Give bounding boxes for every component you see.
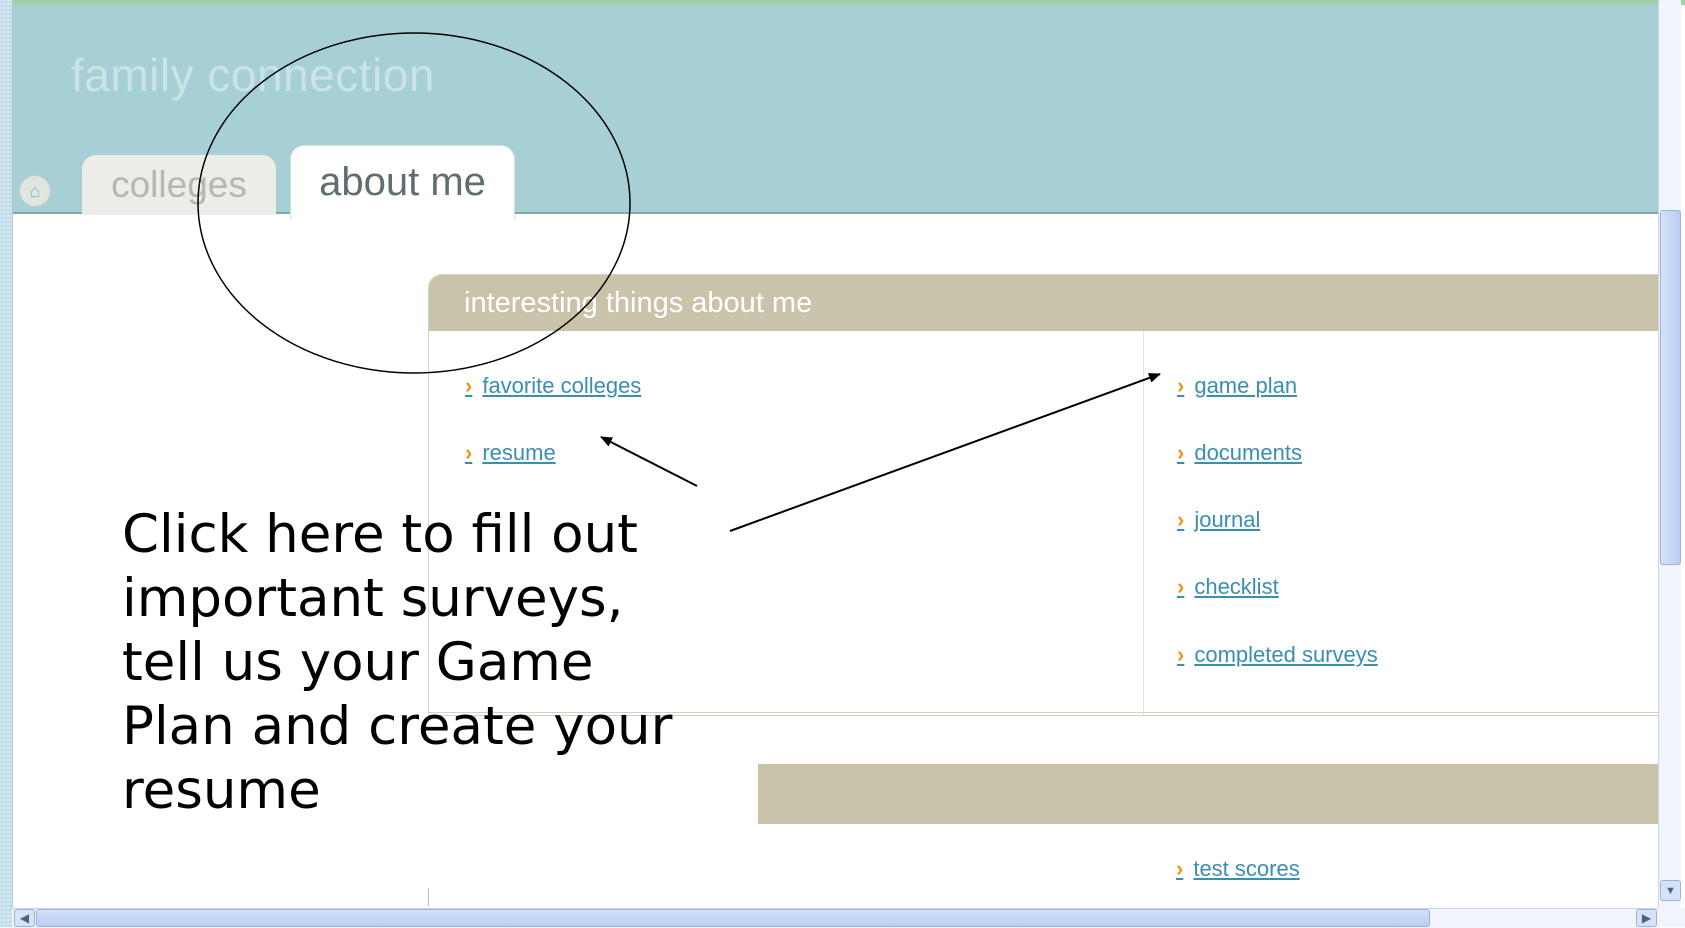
- link-resume[interactable]: › resume: [465, 440, 556, 466]
- link-label: resume: [482, 440, 556, 465]
- link-label: documents: [1194, 440, 1302, 465]
- chevron-right-icon: ›: [465, 440, 473, 465]
- chevron-right-icon: ›: [1177, 642, 1185, 667]
- link-label: journal: [1194, 507, 1261, 532]
- chevron-right-icon: ›: [1177, 373, 1185, 398]
- chevron-right-icon: ›: [465, 373, 473, 398]
- scroll-left-button[interactable]: ◀: [14, 909, 35, 927]
- link-label: test scores: [1193, 856, 1300, 881]
- app-title: family connection: [71, 49, 435, 101]
- link-label: favorite colleges: [482, 373, 642, 398]
- link-checklist[interactable]: › checklist: [1177, 574, 1279, 600]
- vertical-scrollbar-thumb[interactable]: [1660, 210, 1681, 565]
- link-test-scores[interactable]: › test scores: [1176, 856, 1300, 882]
- chevron-down-icon: ▼: [1665, 884, 1676, 897]
- chevron-left-icon: ◀: [19, 911, 30, 925]
- app-header: family connection ⌂ colleges about me: [13, 5, 1658, 219]
- scroll-down-button[interactable]: ▼: [1660, 880, 1681, 901]
- link-label: game plan: [1194, 373, 1298, 398]
- window-left-border: [0, 0, 13, 927]
- chevron-right-icon: ›: [1177, 574, 1185, 599]
- scroll-right-button[interactable]: ▶: [1636, 909, 1657, 927]
- link-completed-surveys[interactable]: › completed surveys: [1177, 642, 1378, 668]
- chevron-right-icon: ›: [1176, 856, 1184, 881]
- link-label: completed surveys: [1194, 642, 1378, 667]
- link-label: checklist: [1194, 574, 1279, 599]
- horizontal-scrollbar-thumb[interactable]: [36, 909, 1430, 927]
- home-button[interactable]: ⌂: [19, 175, 51, 207]
- second-panel-header: [758, 764, 1658, 824]
- chevron-right-icon: ▶: [1641, 911, 1652, 925]
- link-game-plan[interactable]: › game plan: [1177, 373, 1297, 399]
- panel-title: interesting things about me: [429, 275, 1659, 331]
- link-documents[interactable]: › documents: [1177, 440, 1302, 466]
- tab-about-me[interactable]: about me: [290, 145, 515, 219]
- home-icon: ⌂: [29, 181, 41, 201]
- link-favorite-colleges[interactable]: › favorite colleges: [465, 373, 641, 399]
- scrollbar-corner: [1658, 908, 1685, 927]
- callout-text: Click here to fill out important surveys…: [122, 504, 673, 821]
- tab-colleges[interactable]: colleges: [82, 155, 276, 215]
- link-journal[interactable]: › journal: [1177, 507, 1260, 533]
- column-divider: [428, 888, 429, 906]
- chevron-right-icon: ›: [1177, 507, 1185, 532]
- chevron-right-icon: ›: [1177, 440, 1185, 465]
- column-divider: [1143, 331, 1144, 715]
